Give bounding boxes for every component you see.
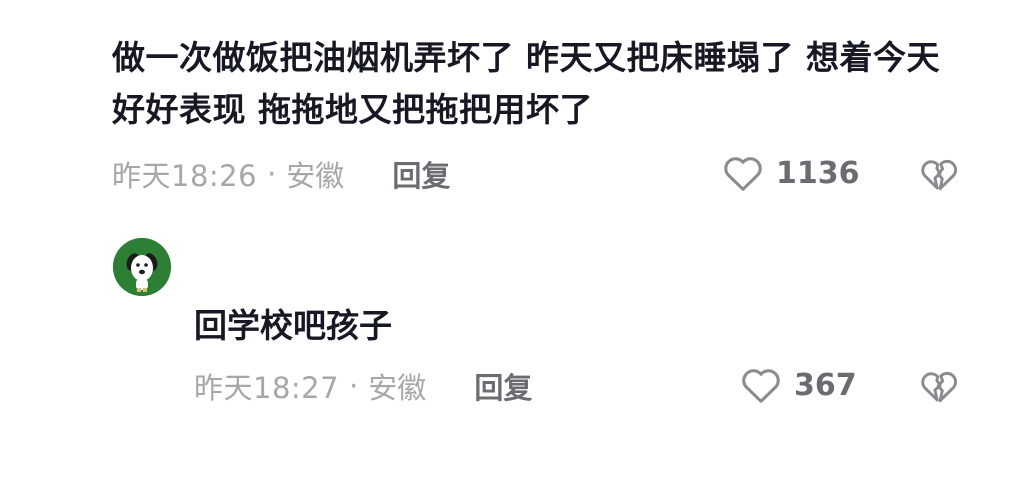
like-count: 367 <box>794 367 857 403</box>
dislike-button[interactable] <box>917 364 961 412</box>
reply-button[interactable]: 回复 <box>392 153 450 195</box>
like-button[interactable]: 1136 <box>720 150 860 196</box>
like-count: 1136 <box>776 155 860 191</box>
reply-location: 安徽 <box>368 371 427 405</box>
like-button[interactable]: 367 <box>738 362 857 408</box>
reply-button[interactable]: 回复 <box>474 365 532 407</box>
cartoon-dog-avatar-icon <box>113 238 171 296</box>
avatar[interactable] <box>113 238 171 296</box>
heart-outline-icon <box>742 369 780 403</box>
broken-heart-icon <box>921 371 957 403</box>
heart-outline-icon <box>724 157 762 191</box>
dislike-button[interactable] <box>917 152 961 200</box>
reply-time: 昨天18:27 <box>194 371 340 405</box>
broken-heart-icon <box>921 159 957 191</box>
meta-separator: · <box>349 369 359 403</box>
comment-time: 昨天18:26 <box>112 159 258 193</box>
comment-text: 做一次做饭把油烟机弄坏了 昨天又把床睡塌了 想着今天好好表现 拖拖地又把拖把用坏… <box>112 38 940 129</box>
comment-thread: 做一次做饭把油烟机弄坏了 昨天又把床睡塌了 想着今天好好表现 拖拖地又把拖把用坏… <box>0 0 1016 486</box>
comment-location: 安徽 <box>286 159 345 193</box>
comment-meta: 昨天18:26 · 安徽 回复 <box>112 152 450 196</box>
reply-text: 回学校吧孩子 <box>194 306 392 345</box>
reply-meta: 昨天18:27 · 安徽 回复 <box>194 364 532 408</box>
meta-separator: · <box>267 157 277 191</box>
